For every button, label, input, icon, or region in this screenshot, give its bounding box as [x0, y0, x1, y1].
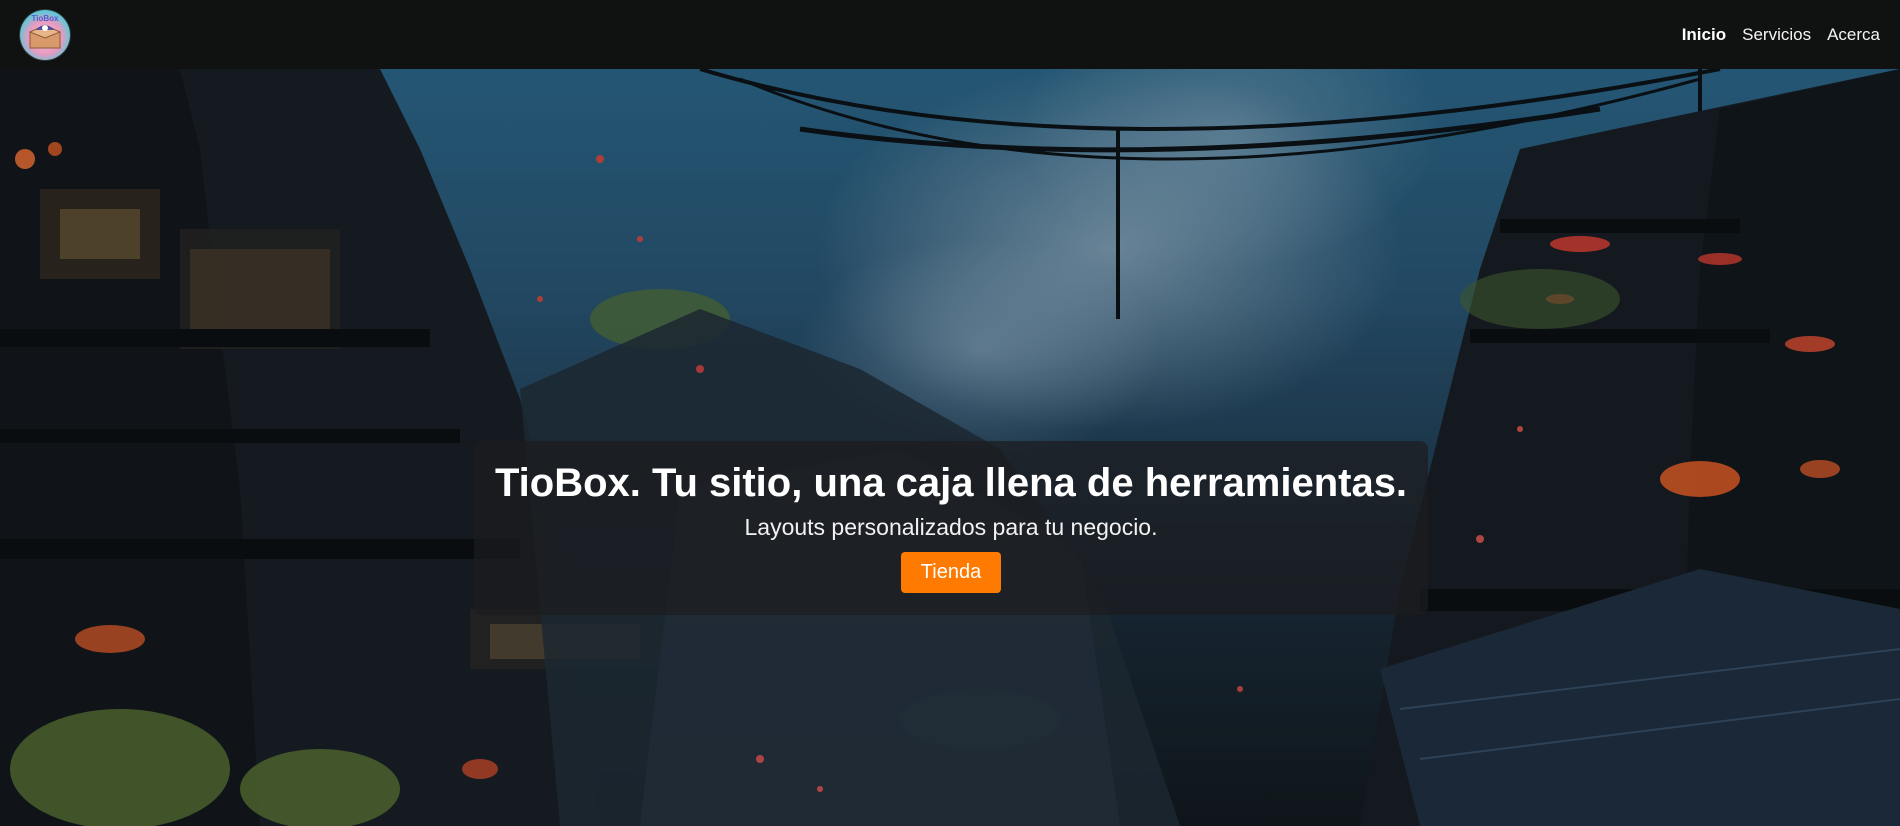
hero-section: TioBox. Tu sitio, una caja llena de herr…	[0, 69, 1900, 826]
logo[interactable]: TioBox	[20, 9, 70, 60]
hero-title: TioBox. Tu sitio, una caja llena de herr…	[494, 461, 1408, 505]
nav-link-acerca[interactable]: Acerca	[1827, 25, 1880, 45]
main-nav: Inicio Servicios Acerca	[1682, 25, 1880, 45]
tienda-button[interactable]: Tienda	[900, 552, 1002, 593]
nav-link-inicio[interactable]: Inicio	[1682, 25, 1726, 45]
hero-subtitle: Layouts personalizados para tu negocio.	[744, 514, 1158, 540]
hero-card: TioBox. Tu sitio, una caja llena de herr…	[474, 441, 1428, 615]
logo-wordmark: TioBox	[32, 14, 60, 23]
logo-icon: TioBox	[28, 14, 62, 48]
nav-link-servicios[interactable]: Servicios	[1742, 25, 1811, 45]
navbar: TioBox Inicio Servicios Acerca	[0, 0, 1900, 69]
